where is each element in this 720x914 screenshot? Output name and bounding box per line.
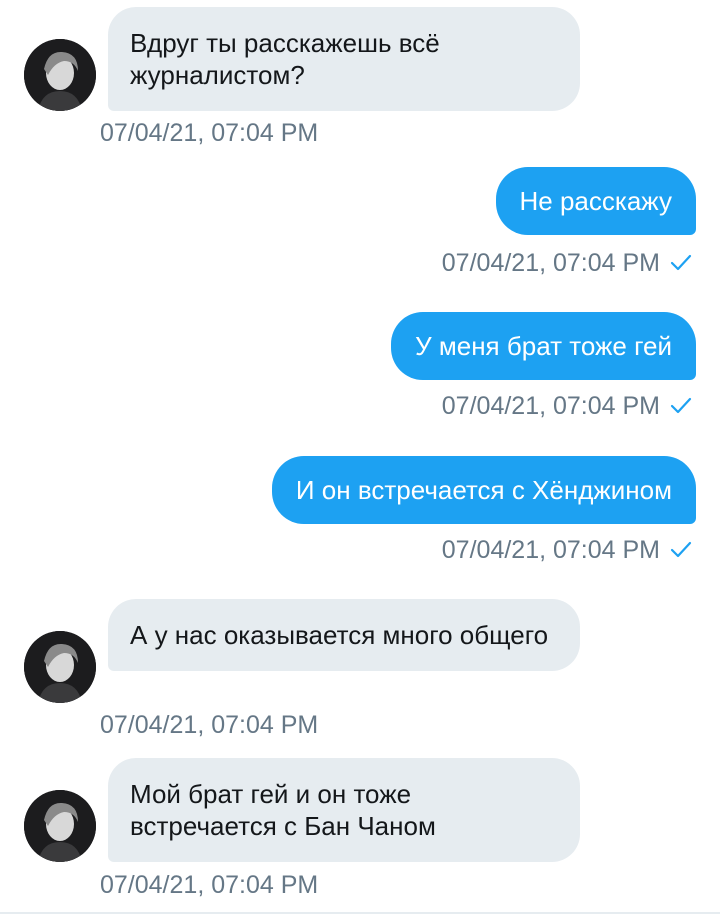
message-text: И он встречается с Хёнджином	[295, 475, 672, 505]
avatar[interactable]	[24, 39, 96, 111]
message-text: Не расскажу	[519, 186, 672, 216]
message-bubble-incoming[interactable]: А у нас оказывается много общего	[108, 599, 580, 671]
message-timestamp: 07/04/21, 07:04 PM	[100, 711, 319, 739]
check-icon	[670, 254, 692, 272]
message-text: А у нас оказывается много общего	[130, 620, 549, 650]
message-bubble-incoming[interactable]: Вдруг ты расскажешь всё журналистом?	[108, 7, 580, 111]
message-bubble-outgoing[interactable]: И он встречается с Хёнджином	[271, 456, 696, 524]
avatar[interactable]	[24, 631, 96, 703]
message-timestamp: 07/04/21, 07:04 PM	[442, 391, 692, 421]
message-bubble-incoming[interactable]: Мой брат гей и он тоже встречается с Бан…	[108, 758, 580, 862]
message-text: У меня брат тоже гей	[415, 331, 672, 361]
message-bubble-outgoing[interactable]: У меня брат тоже гей	[391, 312, 696, 380]
avatar[interactable]	[24, 790, 96, 862]
message-text: Вдруг ты расскажешь всё журналистом?	[130, 28, 440, 90]
message-timestamp: 07/04/21, 07:04 PM	[442, 535, 692, 565]
message-text: Мой брат гей и он тоже встречается с Бан…	[130, 779, 436, 841]
message-bubble-outgoing[interactable]: Не расскажу	[495, 167, 696, 235]
message-timestamp: 07/04/21, 07:04 PM	[100, 119, 319, 147]
check-icon	[670, 541, 692, 559]
check-icon	[670, 397, 692, 415]
conversation-thread: Вдруг ты расскажешь всё журналистом? 07/…	[0, 0, 720, 914]
message-timestamp: 07/04/21, 07:04 PM	[442, 248, 692, 278]
message-timestamp: 07/04/21, 07:04 PM	[100, 871, 319, 899]
